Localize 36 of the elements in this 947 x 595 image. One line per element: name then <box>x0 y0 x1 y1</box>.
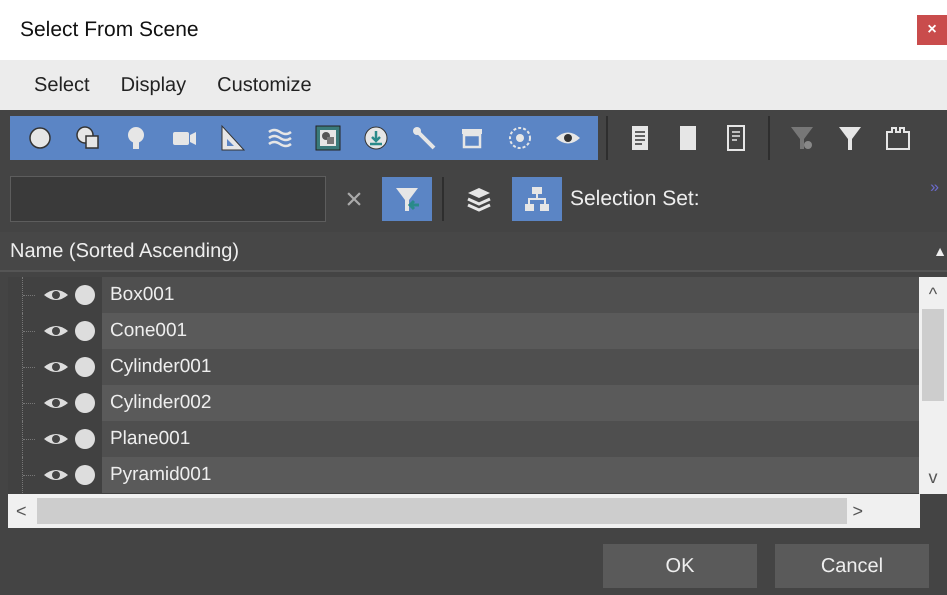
scroll-right-button[interactable]: > <box>852 502 864 520</box>
circle-icon[interactable] <box>74 320 96 342</box>
object-name[interactable]: Box001 <box>102 277 919 313</box>
object-name[interactable]: Cylinder002 <box>102 385 919 421</box>
clear-button[interactable]: × <box>334 177 374 221</box>
frame-icon <box>313 123 343 153</box>
vertical-scrollbar[interactable]: ^ v <box>919 277 947 494</box>
object-name[interactable]: Plane001 <box>102 421 919 457</box>
column-title: Name (Sorted Ascending) <box>10 239 240 264</box>
cancel-button[interactable]: Cancel <box>775 544 929 588</box>
hierarchy-icon <box>522 184 552 214</box>
search-field[interactable] <box>10 176 326 222</box>
hierarchy-button[interactable] <box>512 177 562 221</box>
scroll-thumb[interactable] <box>922 309 944 401</box>
object-name[interactable]: Cone001 <box>102 313 919 349</box>
circle-icon[interactable] <box>74 464 96 486</box>
menu-item[interactable]: Display <box>108 70 206 100</box>
circle-icon[interactable] <box>74 356 96 378</box>
window-title: Select From Scene <box>20 17 199 44</box>
filter-arrow-button[interactable] <box>382 177 432 221</box>
object-name[interactable]: Pyramid001 <box>102 457 919 493</box>
selection-set-label: Selection Set: <box>570 186 700 212</box>
scroll-down-button[interactable]: v <box>928 468 938 486</box>
close-button[interactable]: × <box>917 15 947 45</box>
scroll-left-button[interactable]: < <box>16 502 27 520</box>
sort-arrow: ▲ <box>933 242 947 260</box>
object-name[interactable]: Cylinder001 <box>102 349 919 385</box>
circle-icon[interactable] <box>74 392 96 414</box>
scroll-thumb[interactable] <box>36 498 847 524</box>
circle-icon[interactable] <box>74 428 96 450</box>
menu-item[interactable]: Customize <box>205 70 331 100</box>
menu-item[interactable]: Select <box>22 70 109 100</box>
ok-button[interactable]: OK <box>603 544 757 588</box>
circle-icon[interactable] <box>74 284 96 306</box>
horizontal-scrollbar[interactable]: < > <box>8 494 920 528</box>
scroll-up-button[interactable]: ^ <box>928 285 938 303</box>
